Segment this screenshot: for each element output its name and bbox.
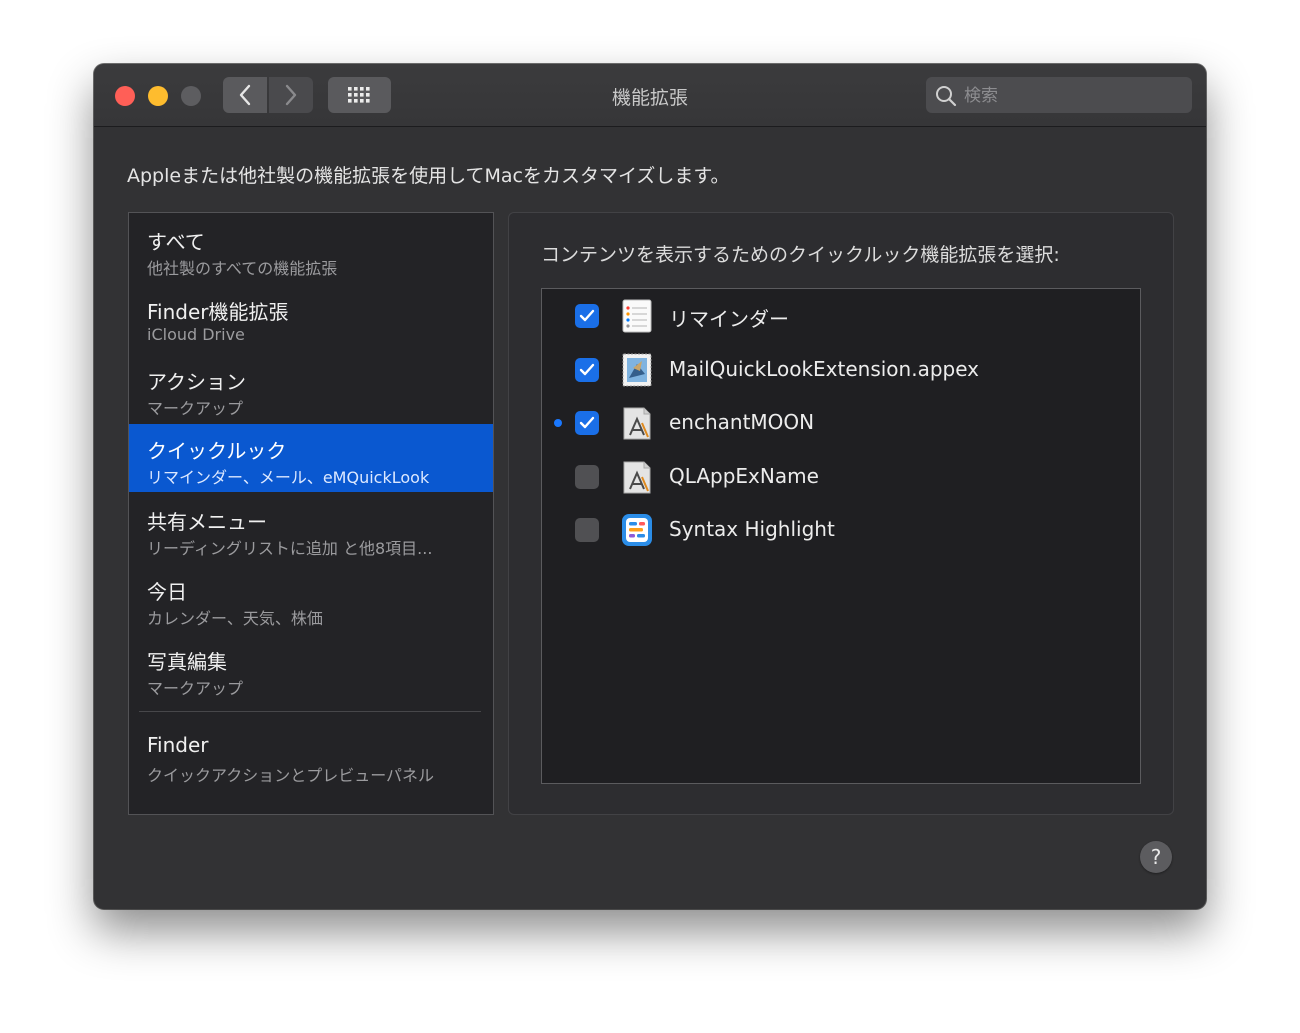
sidebar-item-subtitle: iCloud Drive	[147, 325, 245, 344]
sidebar-item-title: 今日	[147, 580, 187, 604]
sidebar-item-title: すべて	[147, 230, 205, 254]
detail-panel: コンテンツを表示するためのクイックルック機能拡張を選択: リマインダー Mail…	[508, 212, 1174, 815]
sidebar-item-subtitle: クイックアクションとプレビューパネル	[147, 766, 435, 785]
extension-checkbox[interactable]	[575, 411, 599, 435]
list-item: QLAppExName	[542, 452, 1140, 502]
app-generic-icon	[623, 407, 651, 440]
extension-name: MailQuickLookExtension.appex	[669, 357, 979, 381]
sidebar-item-photo-editing[interactable]: 写真編集 マークアップ	[129, 635, 493, 703]
extension-checkbox[interactable]	[575, 304, 599, 328]
sidebar-item-share-menu[interactable]: 共有メニュー リーディングリストに追加 と他8項目...	[129, 495, 493, 563]
sidebar-item-subtitle: マークアップ	[147, 679, 244, 698]
sidebar-item-subtitle: リーディングリストに追加 と他8項目...	[147, 539, 433, 558]
help-button[interactable]: ?	[1140, 841, 1172, 873]
checkmark-icon	[579, 363, 595, 376]
extension-name: リマインダー	[669, 307, 789, 331]
sidebar-item-title: Finder機能拡張	[147, 300, 289, 324]
checkmark-icon	[579, 416, 595, 429]
mail-stamp-icon	[622, 353, 652, 387]
page-description: Appleまたは他社製の機能拡張を使用してMacをカスタマイズします。	[127, 165, 730, 187]
sidebar-item-subtitle: リマインダー、メール、eMQuickLook	[147, 468, 430, 487]
panel-heading: コンテンツを表示するためのクイックルック機能拡張を選択:	[541, 244, 1060, 266]
app-generic-icon	[623, 461, 651, 494]
syntax-highlight-icon	[622, 514, 652, 546]
title-bar: 機能拡張	[94, 64, 1206, 127]
sidebar-item-all[interactable]: すべて 他社製のすべての機能拡張	[129, 215, 493, 283]
sidebar-item-title: アクション	[147, 370, 246, 394]
sidebar-item-title: クイックルック	[147, 439, 287, 463]
sidebar-item-finder-extensions[interactable]: Finder機能拡張 iCloud Drive	[129, 285, 493, 353]
list-item: enchantMOON	[542, 398, 1140, 448]
preferences-window: 機能拡張 Appleまたは他社製の機能拡張を使用してMacをカスタマイズします。…	[94, 64, 1206, 909]
sidebar-item-subtitle: カレンダー、天気、株価	[147, 609, 323, 628]
sidebar-item-title: 共有メニュー	[147, 510, 267, 534]
extension-name: QLAppExName	[669, 464, 819, 488]
sidebar-item-title: 写真編集	[147, 650, 227, 674]
sidebar-item-today[interactable]: 今日 カレンダー、天気、株価	[129, 565, 493, 633]
list-item: Syntax Highlight	[542, 505, 1140, 555]
extension-list: リマインダー MailQuickLookExtension.appex ench…	[541, 288, 1141, 784]
search-input[interactable]	[962, 77, 1186, 115]
sidebar-item-title: Finder	[147, 733, 209, 757]
reminders-icon	[622, 299, 652, 333]
sidebar-divider	[139, 711, 481, 712]
sidebar-item-finder[interactable]: Finder クイックアクションとプレビューパネル	[129, 722, 493, 790]
checkmark-icon	[579, 309, 595, 322]
extension-checkbox[interactable]	[575, 358, 599, 382]
extension-checkbox[interactable]	[575, 465, 599, 489]
extension-checkbox[interactable]	[575, 518, 599, 542]
search-icon	[936, 86, 957, 107]
search-field[interactable]	[926, 77, 1192, 115]
sidebar-item-quicklook[interactable]: クイックルック リマインダー、メール、eMQuickLook	[129, 424, 493, 492]
sidebar-item-subtitle: 他社製のすべての機能拡張	[147, 259, 338, 278]
sidebar-item-subtitle: マークアップ	[147, 399, 244, 418]
new-indicator-dot	[554, 419, 562, 427]
sidebar-item-actions[interactable]: アクション マークアップ	[129, 355, 493, 423]
extension-name: enchantMOON	[669, 410, 815, 434]
list-item: MailQuickLookExtension.appex	[542, 345, 1140, 395]
extension-name: Syntax Highlight	[669, 517, 835, 541]
category-sidebar: すべて 他社製のすべての機能拡張 Finder機能拡張 iCloud Drive…	[128, 212, 494, 815]
list-item: リマインダー	[542, 291, 1140, 341]
